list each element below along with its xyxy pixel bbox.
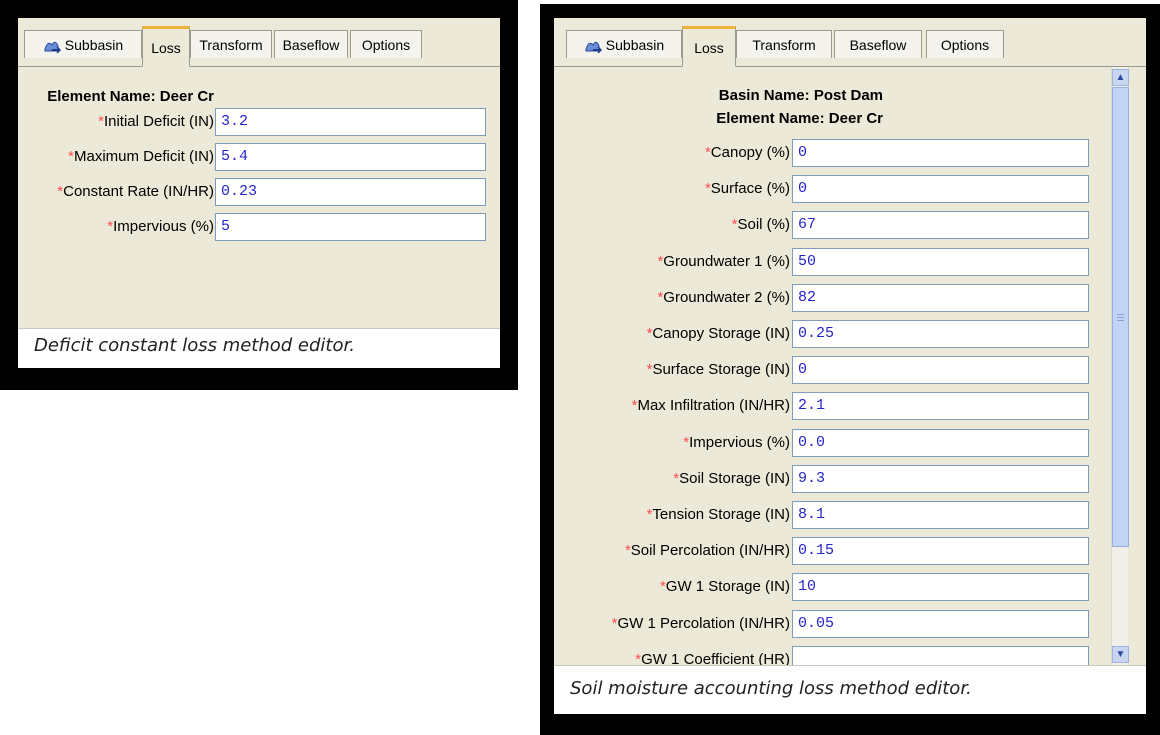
groundwater-1-label: *Groundwater 1 (%) bbox=[657, 252, 790, 270]
soil-storage-in-label: *Soil Storage (IN) bbox=[673, 469, 790, 487]
tab-loss[interactable]: Loss bbox=[142, 26, 190, 67]
left-editor-panel: Subbasin Loss Transform Baseflow Options… bbox=[18, 18, 500, 368]
tab-transform-label: Transform bbox=[752, 36, 816, 53]
tab-subbasin-label: Subbasin bbox=[605, 36, 665, 53]
gw-1-percolation-in-hr-label: *GW 1 Percolation (IN/HR) bbox=[611, 614, 790, 632]
tab-loss[interactable]: Loss bbox=[682, 26, 736, 67]
right-tab-bar: Subbasin Loss Transform Baseflow Options bbox=[554, 18, 1146, 67]
gw-1-storage-in-label: *GW 1 Storage (IN) bbox=[659, 578, 790, 596]
soil-storage-in-input[interactable]: 9.3 bbox=[792, 464, 1089, 493]
soil-percolation-in-hr-label: *Soil Percolation (IN/HR) bbox=[624, 542, 790, 560]
element-name-value: Deer Cr bbox=[159, 88, 214, 105]
left-tab-bar: Subbasin Loss Transform Baseflow Options bbox=[18, 18, 500, 67]
left-editor-frame: Subbasin Loss Transform Baseflow Options… bbox=[0, 0, 518, 390]
soil-input[interactable]: 67 bbox=[792, 211, 1089, 240]
impervious-input[interactable]: 0.0 bbox=[792, 428, 1089, 457]
tab-loss-label: Loss bbox=[151, 39, 181, 56]
impervious-label: *Impervious (%) bbox=[107, 218, 214, 235]
tab-options[interactable]: Options bbox=[350, 30, 422, 58]
canopy-input[interactable]: 0 bbox=[792, 139, 1089, 167]
surface-label: *Surface (%) bbox=[704, 180, 790, 198]
initial-deficit-in-input[interactable]: 3.2 bbox=[215, 108, 486, 136]
surface-input[interactable]: 0 bbox=[792, 175, 1089, 204]
tab-baseflow-label: Baseflow bbox=[849, 36, 907, 53]
canopy-label: *Canopy (%) bbox=[704, 144, 790, 161]
tension-storage-in-label: *Tension Storage (IN) bbox=[646, 506, 790, 523]
subbasin-icon bbox=[43, 37, 61, 54]
right-editor-panel: Subbasin Loss Transform Baseflow Options… bbox=[554, 18, 1146, 714]
max-infiltration-in-hr-label: *Max Infiltration (IN/HR) bbox=[631, 397, 790, 415]
tab-baseflow[interactable]: Baseflow bbox=[834, 30, 922, 58]
scrollbar-thumb[interactable] bbox=[1112, 87, 1129, 547]
tab-transform[interactable]: Transform bbox=[736, 30, 832, 58]
scroll-down-arrow-icon[interactable]: ▼ bbox=[1112, 646, 1129, 663]
basin-name-value: Post Dam bbox=[813, 87, 883, 104]
vertical-scrollbar[interactable]: ▲ ▼ bbox=[1111, 67, 1129, 665]
gw-1-percolation-in-hr-input[interactable]: 0.05 bbox=[792, 609, 1089, 638]
groundwater-1-input[interactable]: 50 bbox=[792, 247, 1089, 276]
impervious-label: *Impervious (%) bbox=[683, 433, 790, 451]
tab-subbasin[interactable]: Subbasin bbox=[566, 30, 682, 58]
tab-options-label: Options bbox=[361, 36, 411, 53]
maximum-deficit-in-label: *Maximum Deficit (IN) bbox=[68, 148, 214, 165]
initial-deficit-in-label: *Initial Deficit (IN) bbox=[98, 113, 214, 130]
tab-baseflow-label: Baseflow bbox=[282, 36, 340, 53]
right-scroll-content: Basin Name: Post Dam Element Name: Deer … bbox=[554, 67, 1110, 665]
tab-options[interactable]: Options bbox=[926, 30, 1004, 58]
max-infiltration-in-hr-input[interactable]: 2.1 bbox=[792, 392, 1089, 421]
maximum-deficit-in-input[interactable]: 5.4 bbox=[215, 143, 486, 171]
soil-label: *Soil (%) bbox=[731, 216, 790, 234]
basin-name-label: Basin Name: Post Dam bbox=[718, 87, 883, 104]
gw-1-coefficient-hr-label: *GW 1 Coefficient (HR) bbox=[554, 651, 790, 665]
constant-rate-in-hr-input[interactable]: 0.23 bbox=[215, 178, 486, 206]
right-editor-frame: Subbasin Loss Transform Baseflow Options… bbox=[540, 4, 1160, 735]
tab-subbasin[interactable]: Subbasin bbox=[24, 30, 142, 58]
tab-transform-label: Transform bbox=[199, 36, 263, 53]
canopy-storage-in-input[interactable]: 0.25 bbox=[792, 320, 1089, 348]
groundwater-2-input[interactable]: 82 bbox=[792, 283, 1089, 312]
scroll-up-arrow-icon[interactable]: ▲ bbox=[1112, 69, 1129, 86]
tab-transform[interactable]: Transform bbox=[190, 30, 272, 58]
element-name-value: Deer Cr bbox=[828, 110, 883, 127]
left-caption: Deficit constant loss method editor. bbox=[18, 328, 500, 368]
canopy-storage-in-label: *Canopy Storage (IN) bbox=[646, 325, 790, 342]
constant-rate-in-hr-label: *Constant Rate (IN/HR) bbox=[57, 183, 214, 200]
surface-storage-in-label: *Surface Storage (IN) bbox=[646, 361, 790, 379]
right-caption: Soil moisture accounting loss method edi… bbox=[554, 665, 1146, 714]
element-name-label: Element Name: Deer Cr bbox=[716, 110, 883, 127]
surface-storage-in-input[interactable]: 0 bbox=[792, 356, 1089, 385]
tab-options-label: Options bbox=[940, 36, 990, 53]
gw-1-storage-in-input[interactable]: 10 bbox=[792, 573, 1089, 602]
gw-1-coefficient-hr-input[interactable] bbox=[792, 645, 1089, 665]
subbasin-icon bbox=[584, 37, 602, 54]
groundwater-2-label: *Groundwater 2 (%) bbox=[657, 288, 790, 306]
tab-baseflow[interactable]: Baseflow bbox=[274, 30, 348, 58]
element-name-label: Element Name: Deer Cr bbox=[47, 88, 214, 105]
soil-percolation-in-hr-input[interactable]: 0.15 bbox=[792, 537, 1089, 566]
tab-subbasin-label: Subbasin bbox=[64, 36, 124, 53]
tab-loss-label: Loss bbox=[694, 39, 724, 56]
tension-storage-in-input[interactable]: 8.1 bbox=[792, 501, 1089, 529]
impervious-input[interactable]: 5 bbox=[215, 213, 486, 241]
